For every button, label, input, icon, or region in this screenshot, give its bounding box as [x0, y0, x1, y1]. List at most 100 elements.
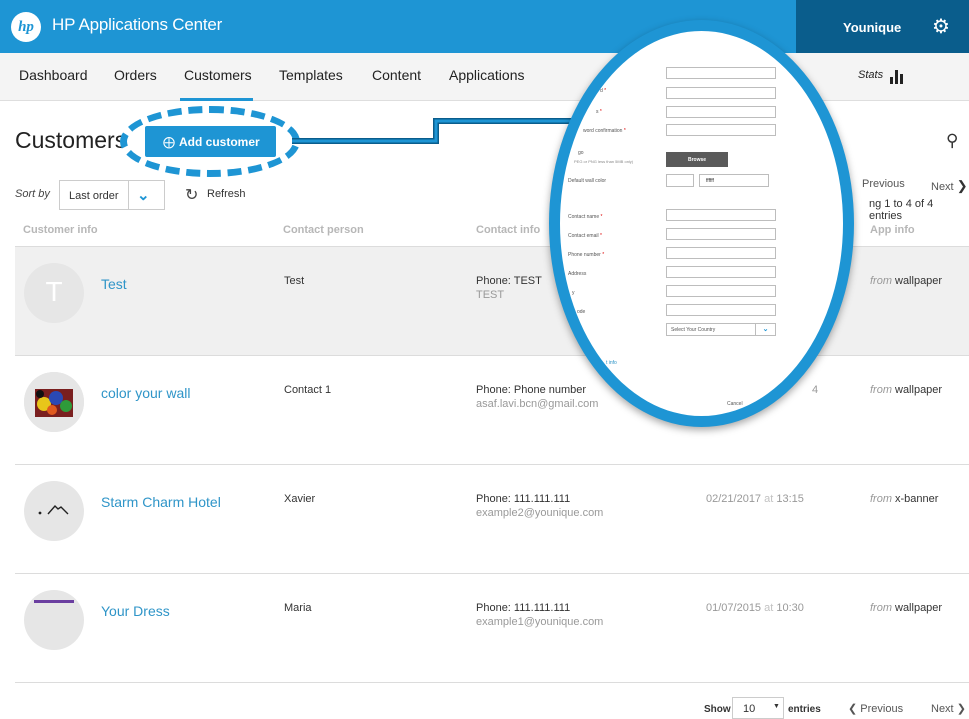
avatar-image-icon	[34, 600, 74, 603]
contact-email: asaf.lavi.bcn@gmail.com	[476, 398, 599, 410]
previous-label: Previous	[860, 703, 904, 715]
city-input[interactable]	[666, 285, 776, 297]
browse-button[interactable]: Browse	[666, 152, 728, 167]
user-name[interactable]: Younique	[843, 20, 901, 35]
table-row[interactable]: color your wall Contact 1 Phone: Phone n…	[15, 356, 969, 465]
col-app-info[interactable]: App info	[870, 224, 915, 236]
contact-email-label: Contact email *	[568, 233, 602, 239]
app-source: from x-banner	[870, 493, 939, 505]
previous-page-link[interactable]: ❮ Previous	[848, 702, 903, 715]
avatar: T	[24, 263, 84, 323]
phone-number-label: Phone number *	[568, 252, 605, 258]
nav-templates[interactable]: Templates	[279, 67, 343, 83]
contact-phone: Phone: 111.111.111	[476, 493, 571, 505]
chevron-right-icon: ❯	[956, 178, 968, 193]
stats-link[interactable]: Stats	[858, 69, 883, 81]
app-title[interactable]: HP Applications Center	[52, 15, 222, 35]
entries-label: entries	[788, 704, 821, 715]
active-tab-indicator	[180, 98, 253, 101]
customer-name-link[interactable]: Test	[101, 276, 127, 292]
chevron-left-icon: ❮	[848, 703, 858, 715]
add-customer-button[interactable]: ⨁ Add customer	[145, 126, 276, 157]
nav-customers[interactable]: Customers	[184, 67, 252, 83]
contact-name-input[interactable]	[666, 209, 776, 221]
contact-person: Contact 1	[284, 384, 332, 396]
hp-logo-icon[interactable]: hp	[11, 12, 41, 42]
country-select[interactable]: Select Your Country ⌄	[666, 323, 776, 336]
add-customer-label: Add customer	[179, 134, 260, 149]
last-order-date: 02/21/2017 at 13:15	[706, 493, 804, 505]
contact-person: Xavier	[284, 493, 316, 505]
add-icon: ⨁	[163, 134, 175, 149]
address-input[interactable]	[666, 266, 776, 278]
avatar-image-icon	[24, 372, 84, 432]
zip-input[interactable]	[666, 304, 776, 316]
showing-entries: ng 1 to 4 of 4 entries	[869, 198, 934, 222]
contact-phone: Phone: TEST	[476, 275, 542, 287]
country-placeholder: Select Your Country	[671, 327, 716, 333]
avatar	[24, 590, 84, 650]
customer-name-link[interactable]: Your Dress	[101, 603, 170, 619]
city-label: y	[572, 290, 575, 296]
caret-down-icon: ▼	[773, 703, 780, 710]
nav-applications[interactable]: Applications	[449, 67, 525, 83]
gear-icon[interactable]: ⚙	[932, 14, 950, 39]
avatar	[24, 481, 84, 541]
search-icon[interactable]: ⚲	[946, 131, 958, 151]
more-info-link[interactable]: t info	[606, 360, 617, 366]
contact-email: TEST	[476, 289, 505, 301]
contact-email-input[interactable]	[666, 228, 776, 240]
app-source: from wallpaper	[870, 384, 943, 396]
nav-content[interactable]: Content	[372, 67, 421, 83]
chevron-down-icon: ⌄	[755, 324, 775, 335]
app-source: from wallpaper	[870, 275, 943, 287]
top-next-link[interactable]: Next ❯	[931, 178, 968, 194]
password-confirmation-input[interactable]	[666, 124, 776, 136]
wall-color-input[interactable]: ffffff	[699, 174, 769, 187]
contact-person: Maria	[284, 602, 312, 614]
phone-number-input[interactable]	[666, 247, 776, 259]
next-page-link[interactable]: Next ❯	[931, 702, 966, 715]
col-contact-info[interactable]: Contact info	[476, 224, 540, 236]
zip-label: ode	[577, 309, 586, 315]
form-input[interactable]	[666, 87, 776, 99]
sort-by-label: Sort by	[15, 188, 50, 200]
last-order-date: 4	[812, 384, 819, 396]
top-next-label: Next	[931, 181, 954, 193]
table-row[interactable]: Starm Charm Hotel Xavier Phone: 111.111.…	[15, 465, 969, 574]
customer-name-link[interactable]: color your wall	[101, 385, 190, 401]
logo-hint: PEG or PNG less than 5MB only)	[574, 159, 634, 164]
page-size-value: 10	[743, 703, 756, 715]
address-label: Address	[568, 271, 587, 277]
sort-select[interactable]: Last order ⌄	[59, 180, 165, 210]
user-menu[interactable]: Younique ⚙	[796, 0, 969, 53]
color-swatch[interactable]	[666, 174, 694, 187]
page-title: Customers	[15, 127, 127, 153]
table-row[interactable]: Your Dress Maria Phone: 111.111.111 exam…	[15, 574, 969, 683]
show-label: Show	[704, 704, 731, 715]
select-divider	[128, 181, 129, 209]
col-contact-person[interactable]: Contact person	[283, 224, 364, 236]
contact-phone: Phone: Phone number	[476, 384, 587, 396]
customer-name-link[interactable]: Starm Charm Hotel	[101, 494, 221, 510]
zoom-callout: d * s * word confirmation * go PEG or PN…	[549, 20, 854, 427]
avatar-initial: T	[45, 276, 63, 307]
top-bar: hp HP Applications Center Younique ⚙	[0, 0, 969, 53]
cancel-button[interactable]: Cancel	[727, 401, 743, 407]
nav-orders[interactable]: Orders	[114, 67, 157, 83]
refresh-button[interactable]: Refresh	[207, 188, 246, 200]
page-size-select[interactable]: 10 ▼	[732, 697, 784, 719]
default-wall-color-label: Default wall color	[568, 178, 607, 184]
form-label: s *	[596, 109, 602, 115]
logo-label: go	[578, 150, 584, 156]
form-input[interactable]	[666, 67, 776, 79]
contact-name-label: Contact name *	[568, 214, 603, 220]
top-previous-link[interactable]: Previous	[862, 178, 905, 190]
form-input[interactable]	[666, 106, 776, 118]
avatar	[24, 372, 84, 432]
col-customer-info[interactable]: Customer info	[23, 224, 98, 236]
nav-dashboard[interactable]: Dashboard	[19, 67, 88, 83]
refresh-icon[interactable]: ↻	[185, 185, 198, 205]
chevron-down-icon[interactable]: ⌄	[137, 186, 150, 204]
bar-chart-icon[interactable]	[888, 68, 908, 84]
